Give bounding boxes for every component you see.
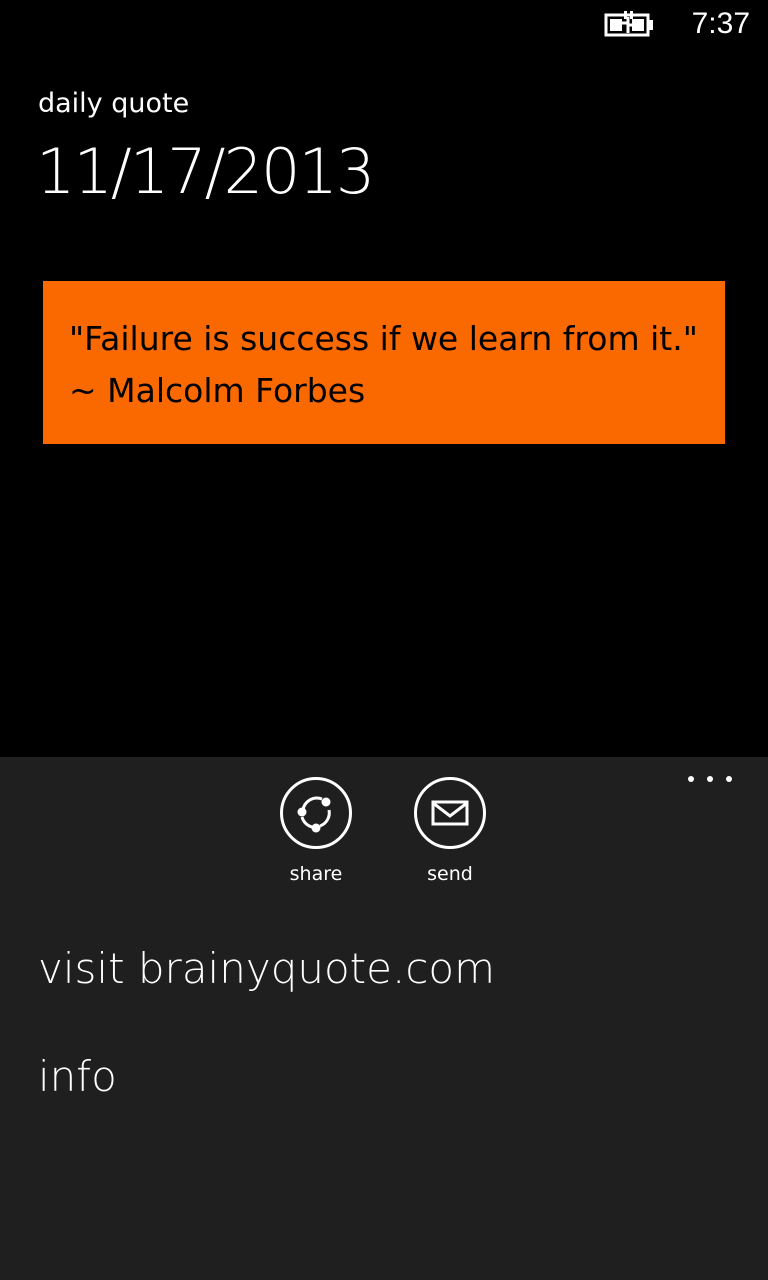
share-button[interactable]: share [266, 777, 366, 885]
mail-icon [431, 800, 469, 826]
more-button[interactable] [688, 773, 732, 785]
ellipsis-icon-dot [726, 776, 732, 782]
menu-item-info[interactable]: info [38, 1049, 117, 1105]
send-button-label: send [427, 863, 473, 885]
battery-charging-icon [604, 11, 653, 37]
quote-text: "Failure is success if we learn from it.… [69, 319, 698, 410]
app-bar: share send visit brainyquote.com info [0, 757, 768, 1280]
clock: 7:37 [691, 7, 750, 40]
ellipsis-icon [688, 776, 694, 782]
send-button[interactable]: send [400, 777, 500, 885]
quote-card[interactable]: "Failure is success if we learn from it.… [43, 281, 725, 444]
send-button-circle [414, 777, 486, 849]
share-button-circle [280, 777, 352, 849]
page-title: 11/17/2013 [36, 135, 375, 208]
app-title: daily quote [38, 88, 190, 119]
share-icon [297, 796, 331, 833]
menu-item-visit-brainyquote[interactable]: visit brainyquote.com [38, 941, 495, 997]
share-button-label: share [289, 863, 343, 885]
status-bar: 7:37 [0, 0, 768, 50]
ellipsis-icon-dot [707, 776, 713, 782]
